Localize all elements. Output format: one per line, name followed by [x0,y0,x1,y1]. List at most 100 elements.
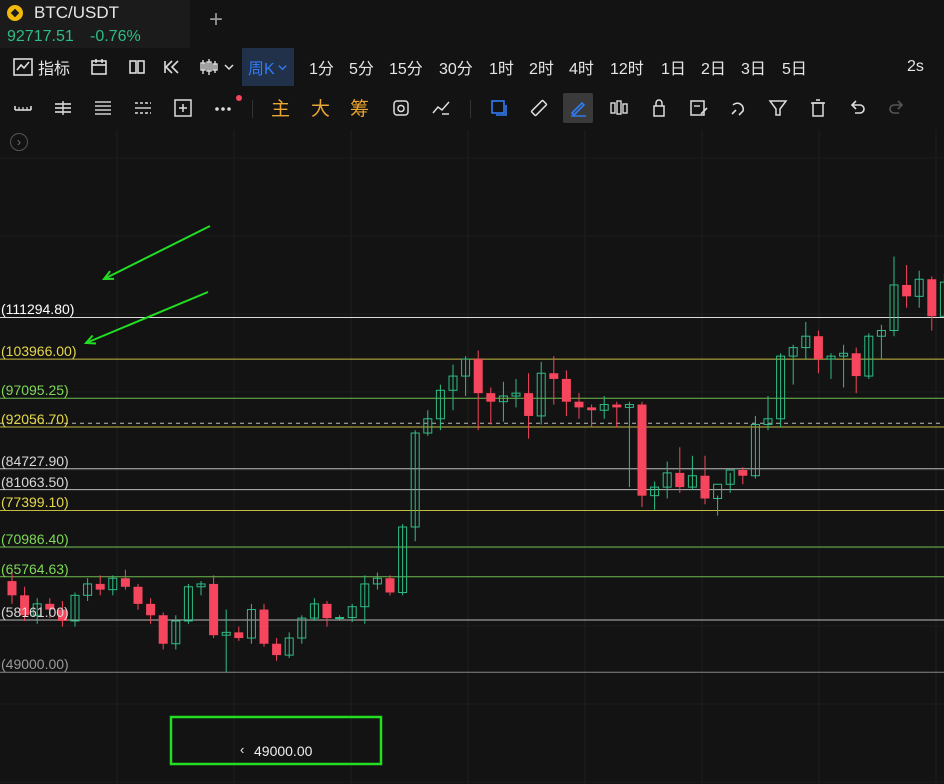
pen-draw-icon[interactable] [563,93,593,123]
period-2d[interactable]: 2日 [701,48,726,86]
price-level-label: (65764.63) [1,560,69,577]
tab-bar: BTC/USDT 92717.51 -0.76% + [0,0,944,48]
pair-tab[interactable]: BTC/USDT 92717.51 -0.76% [0,0,190,48]
indicators-button[interactable]: 指标 [12,48,70,86]
price-level-label: (111294.80) [1,301,75,318]
price-level-label: (77399.10) [1,494,69,511]
candle-body [939,281,944,317]
horizontal-ray-icon[interactable] [8,93,38,123]
price-level-label: (49000.00) [1,656,69,673]
plus-icon[interactable]: + [209,8,223,32]
period-toolbar: 指标 周K 1分 5分 15分 30分 1时 2时 4时 12时 1日 2日 3… [0,48,944,86]
price-level-label: (97095.25) [1,382,69,399]
candle-body [700,475,710,499]
toolbar-divider [470,100,471,118]
filter-icon[interactable] [763,93,793,123]
lock-icon[interactable] [644,93,674,123]
rewind-icon[interactable] [162,48,182,86]
price-level-label: (84727.90) [1,452,69,469]
price-level-label: (70986.40) [1,530,69,547]
magnet-icon[interactable] [723,93,753,123]
candle-body [902,284,912,297]
price-chart[interactable]: ‹ 49000.00 [0,130,944,784]
more-tools-icon[interactable] [208,93,238,123]
period-weekly[interactable]: 周K [242,48,294,86]
candle-body [335,617,345,620]
redo-icon[interactable] [882,93,912,123]
period-30m[interactable]: 30分 [439,48,473,86]
candle-body [524,393,534,416]
chevron-down-icon [224,64,234,71]
trash-icon[interactable] [803,93,833,123]
candle-type-dropdown[interactable] [198,48,235,86]
candle-body [158,615,168,644]
trend-channel-icon[interactable] [128,93,158,123]
price-level-label: (103966.00) [1,343,77,360]
chevron-down-icon [278,64,287,70]
candle-body [322,603,332,619]
parallel-lines-icon[interactable] [48,93,78,123]
period-15m[interactable]: 15分 [389,48,423,86]
candle-body [738,470,748,476]
toolbar-divider [252,100,253,118]
candle-body [612,404,622,408]
candle-body [675,472,685,488]
period-1h[interactable]: 1时 [489,48,514,86]
annotation-arrow-upper [101,225,211,281]
change-percent: -0.76% [90,28,141,45]
scale-icon[interactable] [426,93,456,123]
arrow-marker: ‹ [240,742,244,757]
candle-body [272,643,282,656]
price-level-label: (58161.00) [1,604,69,621]
undo-icon[interactable] [842,93,872,123]
calendar-icon[interactable] [89,48,109,86]
price-level-label: (81063.50) [1,473,69,490]
chart-app: BTC/USDT 92717.51 -0.76% + 指标 周K 1分 5分 1… [0,0,944,784]
candlestick-icon [200,59,218,75]
candle-body [209,583,219,636]
notification-dot [236,95,242,101]
candle-body [587,407,597,411]
edit-note-icon[interactable] [684,93,714,123]
candle-body [259,609,269,644]
candle-body [574,401,584,408]
binance-coin-icon [7,5,23,21]
period-3d[interactable]: 3日 [741,48,766,86]
period-4h[interactable]: 4时 [569,48,594,86]
chevron-right-icon[interactable]: › [10,133,28,151]
period-1m[interactable]: 1分 [309,48,334,86]
price-level-label: (92056.70) [1,411,69,427]
candle-body [95,583,105,590]
period-1d[interactable]: 1日 [661,48,686,86]
indicator-chart-icon [13,58,33,76]
pair-title: BTC/USDT [34,3,119,22]
candle-body [851,353,861,377]
layout-icon[interactable] [127,48,147,86]
measure-box-icon[interactable] [168,93,198,123]
period-2h[interactable]: 2时 [529,48,554,86]
period-5m[interactable]: 5分 [349,48,374,86]
fib-lines-icon[interactable] [88,93,118,123]
candle-body [7,581,17,596]
large-chart-toggle[interactable]: 大 [311,94,330,121]
candle-body [385,578,395,593]
candles-icon[interactable] [604,93,634,123]
sync-icon[interactable] [386,93,416,123]
candle-body [133,586,143,604]
main-chart-toggle[interactable]: 主 [271,94,290,121]
candle-body [637,404,647,496]
copy-drawing-icon[interactable] [484,93,514,123]
period-5d[interactable]: 5日 [782,48,807,86]
candle-body [473,358,483,394]
refresh-interval[interactable]: 2s [907,48,924,86]
chip-distribution-toggle[interactable]: 筹 [350,94,369,121]
low-price-marker: 49000.00 [254,743,313,759]
candle-body [549,373,559,379]
candle-body [234,632,244,639]
ruler-icon[interactable] [524,93,554,123]
period-12h[interactable]: 12时 [610,48,644,86]
candle-body [120,578,130,587]
candle-body [813,336,823,359]
drawing-toolbar: 主 大 筹 [0,86,944,130]
candle-body [561,378,571,402]
